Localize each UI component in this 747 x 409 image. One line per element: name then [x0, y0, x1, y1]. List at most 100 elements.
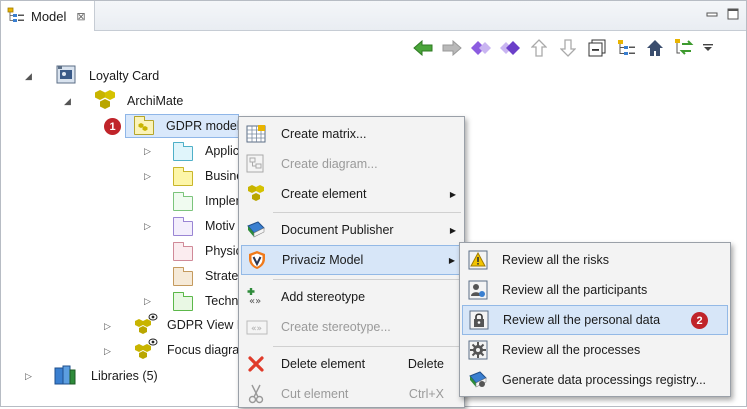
menu-item-create-stereotype[interactable]: «» Create stereotype...: [239, 312, 464, 342]
submenu-item-review-personal-data[interactable]: Review all the personal data: [462, 305, 728, 335]
collapse-toggle-icon[interactable]: ◢: [25, 71, 32, 82]
tree-item-label: Applic: [205, 144, 240, 158]
menu-item-label: Add stereotype: [281, 290, 366, 304]
view-toolbar: [411, 35, 715, 61]
tab-model[interactable]: Model ⊠: [1, 1, 95, 31]
tree-item-motivation[interactable]: Motiv: [173, 215, 235, 237]
project-icon: [55, 64, 77, 89]
tree-item-application[interactable]: Applic: [173, 140, 239, 162]
tree-item-archimate[interactable]: ArchiMate: [93, 89, 184, 112]
submenu-item-review-participants[interactable]: Review all the participants: [460, 275, 730, 305]
view-menu-icon[interactable]: [614, 36, 638, 60]
collapse-toggle-icon[interactable]: ◢: [64, 96, 71, 107]
menu-item-create-diagram[interactable]: Create diagram...: [239, 149, 464, 179]
menu-item-label: Review all the personal data: [503, 313, 661, 327]
tree-item-label: Techn: [205, 294, 239, 308]
registry-icon: [468, 370, 488, 390]
tree-item-label: Implen: [205, 194, 243, 208]
submenu-item-generate-registry[interactable]: Generate data processings registry...: [460, 365, 730, 395]
tree-item-business[interactable]: Busine: [173, 165, 243, 187]
back-icon[interactable]: [411, 36, 435, 60]
expand-toggle-icon[interactable]: ▷: [144, 296, 151, 307]
collapse-all-icon[interactable]: [585, 36, 609, 60]
tree-item-libraries[interactable]: Libraries (5): [53, 365, 158, 387]
up-icon[interactable]: [527, 36, 551, 60]
diagram-icon: [246, 154, 266, 174]
submenu-item-review-risks[interactable]: Review all the risks: [460, 245, 730, 275]
menu-accelerator: Ctrl+X: [408, 387, 444, 401]
submenu-arrow-icon: ▶: [449, 225, 456, 235]
archimate-icon: [246, 184, 266, 204]
tree-item-gdpr-view[interactable]: GDPR View Po: [133, 313, 252, 338]
folder-icon: [173, 141, 193, 161]
submenu-arrow-icon: ▶: [448, 255, 455, 265]
menu-item-add-stereotype[interactable]: «» Add stereotype: [239, 282, 464, 312]
menu-item-create-element[interactable]: Create element ▶: [239, 179, 464, 209]
submenu-item-review-processes[interactable]: Review all the processes: [460, 335, 730, 365]
tree-item-physical[interactable]: Physic: [173, 240, 242, 262]
menu-item-label: Delete element: [281, 357, 366, 371]
menu-item-label: Create stereotype...: [281, 320, 391, 334]
view-icon: [133, 338, 159, 363]
expand-toggle-icon[interactable]: ▷: [144, 221, 151, 232]
menu-item-label: Cut element: [281, 387, 349, 401]
sync-icon[interactable]: [672, 36, 696, 60]
risk-icon: [468, 250, 488, 270]
menu-separator: [273, 279, 461, 280]
tree-item-label: Loyalty Card: [89, 69, 160, 83]
tab-label: Model: [31, 8, 67, 24]
expand-toggle-icon[interactable]: ▷: [104, 321, 111, 332]
tree-item-implementation[interactable]: Implen: [173, 190, 243, 212]
close-icon[interactable]: ⊠: [76, 10, 85, 23]
tree-item-label: ArchiMate: [127, 94, 184, 108]
forward-icon[interactable]: [440, 36, 464, 60]
menu-item-privaciz-model[interactable]: Privaciz Model ▶: [241, 245, 462, 275]
tree-item-gdpr-model[interactable]: GDPR model: [125, 114, 240, 138]
chevron-down-icon[interactable]: [701, 36, 715, 60]
expand-toggle-icon[interactable]: ▷: [144, 146, 151, 157]
minimize-icon[interactable]: [705, 7, 719, 21]
menu-separator: [273, 212, 461, 213]
maximize-icon[interactable]: [726, 7, 740, 21]
menu-item-label: Review all the participants: [502, 283, 648, 297]
tree-item-label: Strate: [205, 269, 239, 283]
menu-item-label: Document Publisher: [281, 223, 394, 237]
svg-text:«»: «»: [251, 324, 262, 334]
gear-icon: [468, 340, 488, 360]
menu-item-cut-element[interactable]: Cut element Ctrl+X: [239, 379, 464, 409]
expand-toggle-icon[interactable]: ▷: [25, 371, 32, 382]
expand-toggle-icon[interactable]: ▷: [144, 171, 151, 182]
menu-item-label: Review all the risks: [502, 253, 609, 267]
tree-item-label: GDPR model: [166, 119, 240, 133]
expand-toggle-icon[interactable]: ▷: [104, 346, 111, 357]
svg-text:«»: «»: [249, 296, 261, 307]
tree-item-strategy[interactable]: Strate: [173, 265, 238, 287]
down-icon[interactable]: [556, 36, 580, 60]
tree-item-loyalty-card[interactable]: Loyalty Card: [55, 65, 159, 87]
tab-bar: Model ⊠: [1, 1, 746, 31]
home-icon[interactable]: [643, 36, 667, 60]
add-stereotype-icon: «»: [246, 287, 266, 307]
folder-icon: [173, 216, 193, 236]
tree-item-technology[interactable]: Techn: [173, 290, 238, 312]
menu-item-label: Privaciz Model: [282, 253, 364, 267]
model-tree-icon: [7, 7, 25, 26]
tree-item-focus-diagram[interactable]: Focus diagram: [133, 338, 250, 363]
context-menu: Create matrix... Create diagram... Creat…: [238, 116, 465, 408]
step-badge-1: 1: [104, 118, 121, 135]
participants-icon: [468, 280, 488, 300]
tree-item-label: Motiv: [205, 219, 235, 233]
view-icon: [133, 313, 159, 338]
model-view: Model ⊠ ◢ Loyalty Card ◢ ArchiMate 1 GDP…: [0, 0, 747, 408]
menu-item-label: Review all the processes: [502, 343, 641, 357]
menu-item-label: Create diagram...: [281, 157, 378, 171]
menu-item-document-publisher[interactable]: Document Publisher ▶: [239, 215, 464, 245]
menu-item-label: Generate data processings registry...: [502, 373, 707, 387]
delete-icon: [246, 354, 266, 374]
link-right-icon[interactable]: [498, 36, 522, 60]
folder-icon: [173, 191, 193, 211]
link-left-icon[interactable]: [469, 36, 493, 60]
menu-item-delete-element[interactable]: Delete element Delete: [239, 349, 464, 379]
menu-item-create-matrix[interactable]: Create matrix...: [239, 119, 464, 149]
folder-icon: [173, 166, 193, 186]
